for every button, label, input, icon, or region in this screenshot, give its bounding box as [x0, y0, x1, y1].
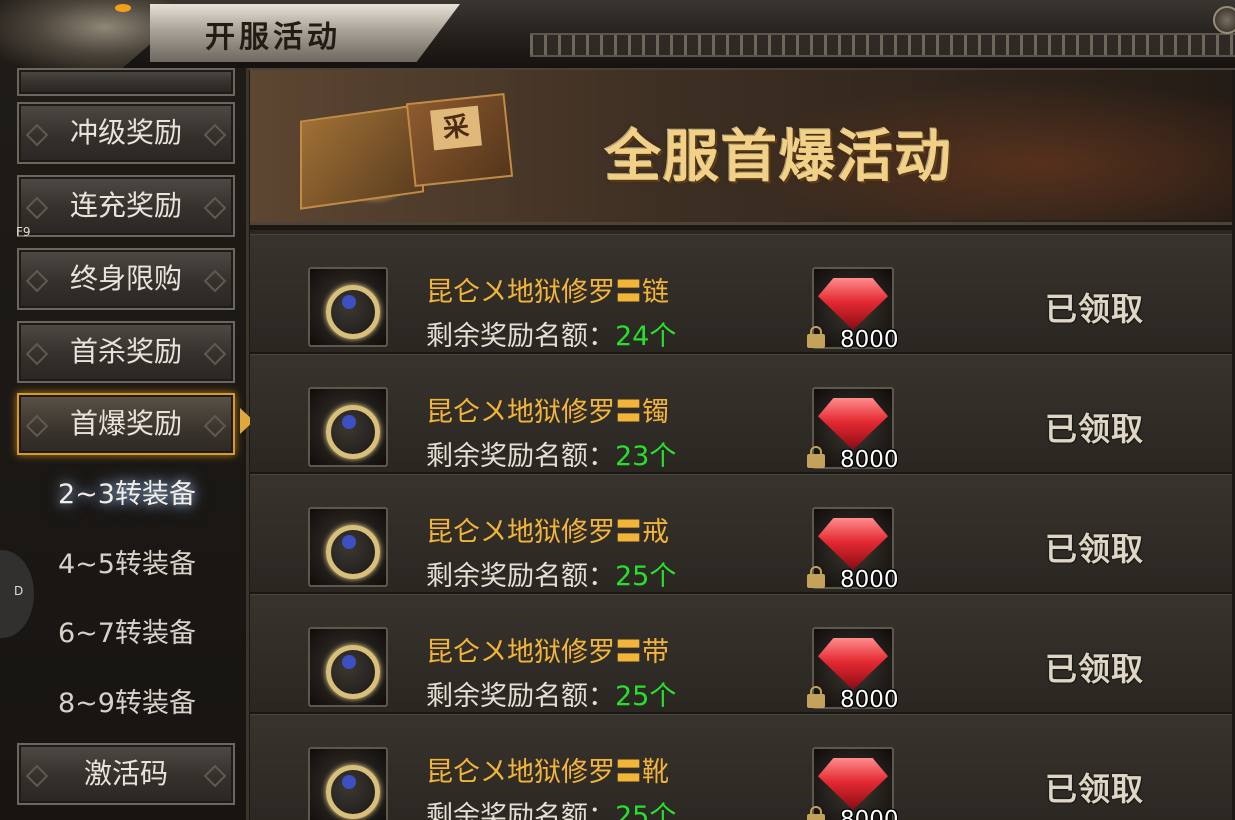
item-art: [326, 525, 380, 579]
reward-amount: 8000: [840, 687, 899, 713]
item-gem: [342, 655, 356, 669]
sidebar-item-lifetime-purchase[interactable]: 终身限购: [17, 248, 235, 310]
d-shortcut-label: D: [14, 584, 24, 598]
diamond-deco-icon: [25, 123, 49, 147]
lock-icon: [807, 326, 825, 348]
quota-count: 25个: [615, 801, 677, 820]
quota-line: 剩余奖励名额：25个: [426, 674, 676, 713]
necklace-icon[interactable]: [308, 267, 388, 347]
quota-line: 剩余奖励名额：25个: [426, 554, 676, 593]
quota-line: 剩余奖励名额：23个: [426, 434, 676, 473]
quota-count: 25个: [615, 561, 677, 592]
sidebar-item-label: 冲级奖励: [69, 116, 182, 149]
dragon-eye-icon: [115, 4, 131, 12]
treasure-lid-char: 采: [430, 105, 482, 151]
list-item: 昆仑〤地狱修罗〓戒 剩余奖励名额：25个 8000 已领取: [250, 474, 1232, 594]
meander-border: [530, 33, 1235, 57]
reward-amount: 8000: [840, 447, 899, 473]
sidebar-item-label: 终身限购: [69, 262, 182, 295]
treasure-box-icon: [300, 103, 424, 210]
boots-icon[interactable]: [308, 747, 388, 820]
item-name: 昆仑〤地狱修罗〓靴: [426, 757, 669, 788]
belt-icon[interactable]: [308, 627, 388, 707]
lock-icon: [807, 686, 825, 708]
title-bar: 开服活动: [0, 0, 1235, 70]
sidebar-item-label: 首爆奖励: [69, 407, 182, 440]
item-gem: [342, 535, 356, 549]
item-art: [326, 285, 380, 339]
quota-label: 剩余奖励名额：: [426, 441, 615, 472]
sidebar-item-activation-code[interactable]: 激活码: [17, 743, 235, 805]
banner-title: 全服首爆活动: [605, 124, 953, 190]
claim-status: 已领取: [1045, 410, 1145, 448]
reward-amount: 8000: [840, 807, 899, 820]
sidebar-item-hidden-top[interactable]: [17, 68, 235, 96]
dragon-emblem-icon: [0, 0, 175, 68]
bracelet-icon[interactable]: [308, 387, 388, 467]
quota-line: 剩余奖励名额：24个: [426, 314, 676, 353]
claim-status: 已领取: [1045, 770, 1145, 808]
sidebar-item-first-kill[interactable]: 首杀奖励: [17, 321, 235, 383]
diamond-deco-icon: [203, 196, 227, 220]
sub-item-tier-4-5[interactable]: 4~5转装备: [17, 540, 237, 590]
f9-shortcut-label: F9: [16, 225, 31, 239]
sub-item-tier-6-7[interactable]: 6~7转装备: [17, 609, 237, 659]
sidebar-item-first-drop[interactable]: 首爆奖励: [17, 393, 235, 455]
quota-count: 23个: [615, 441, 677, 472]
diamond-deco-icon: [203, 764, 227, 788]
item-name: 昆仑〤地狱修罗〓带: [426, 637, 669, 668]
item-name: 昆仑〤地狱修罗〓链: [426, 277, 669, 308]
diamond-deco-icon: [203, 123, 227, 147]
item-art: [326, 645, 380, 699]
item-name: 昆仑〤地狱修罗〓镯: [426, 397, 669, 428]
diamond-deco-icon: [25, 764, 49, 788]
diamond-deco-icon: [25, 269, 49, 293]
diamond-deco-icon: [25, 414, 49, 438]
quota-label: 剩余奖励名额：: [426, 801, 615, 820]
item-name: 昆仑〤地狱修罗〓戒: [426, 517, 669, 548]
list-item: 昆仑〤地狱修罗〓链 剩余奖励名额：24个 8000 已领取: [250, 234, 1232, 354]
quota-count: 24个: [615, 321, 677, 352]
reward-amount: 8000: [840, 567, 899, 593]
item-gem: [342, 415, 356, 429]
sidebar-item-label: 激活码: [83, 757, 168, 790]
close-button[interactable]: [1213, 6, 1235, 34]
ring-icon[interactable]: [308, 507, 388, 587]
quota-label: 剩余奖励名额：: [426, 681, 615, 712]
item-gem: [342, 775, 356, 789]
diamond-deco-icon: [25, 196, 49, 220]
diamond-deco-icon: [203, 342, 227, 366]
sidebar-item-level-reward[interactable]: 冲级奖励: [17, 102, 235, 164]
sidebar-item-label: 首杀奖励: [69, 335, 182, 368]
quota-label: 剩余奖励名额：: [426, 321, 615, 352]
sidebar-item-recharge-reward[interactable]: 连充奖励: [17, 175, 235, 237]
quota-count: 25个: [615, 681, 677, 712]
reward-amount: 8000: [840, 327, 899, 353]
diamond-deco-icon: [25, 342, 49, 366]
item-art: [326, 765, 380, 819]
lock-icon: [807, 806, 825, 820]
quota-line: 剩余奖励名额：25个: [426, 794, 676, 820]
lock-icon: [807, 446, 825, 468]
sidebar-item-label: 连充奖励: [69, 189, 182, 222]
window-title: 开服活动: [205, 20, 341, 55]
list-item: 昆仑〤地狱修罗〓靴 剩余奖励名额：25个 8000 已领取: [250, 714, 1232, 820]
item-art: [326, 405, 380, 459]
list-item: 昆仑〤地狱修罗〓镯 剩余奖励名额：23个 8000 已领取: [250, 354, 1232, 474]
sub-item-tier-8-9[interactable]: 8~9转装备: [17, 679, 237, 729]
claim-status: 已领取: [1045, 650, 1145, 688]
item-gem: [342, 295, 356, 309]
claim-status: 已领取: [1045, 530, 1145, 568]
reward-list[interactable]: 昆仑〤地狱修罗〓链 剩余奖励名额：24个 8000 已领取 昆仑〤地狱修罗〓镯 …: [250, 230, 1232, 820]
sub-item-tier-2-3[interactable]: 2~3转装备: [17, 470, 237, 520]
diamond-deco-icon: [203, 414, 227, 438]
quota-label: 剩余奖励名额：: [426, 561, 615, 592]
claim-status: 已领取: [1045, 290, 1145, 328]
lock-icon: [807, 566, 825, 588]
list-item: 昆仑〤地狱修罗〓带 剩余奖励名额：25个 8000 已领取: [250, 594, 1232, 714]
diamond-deco-icon: [203, 269, 227, 293]
